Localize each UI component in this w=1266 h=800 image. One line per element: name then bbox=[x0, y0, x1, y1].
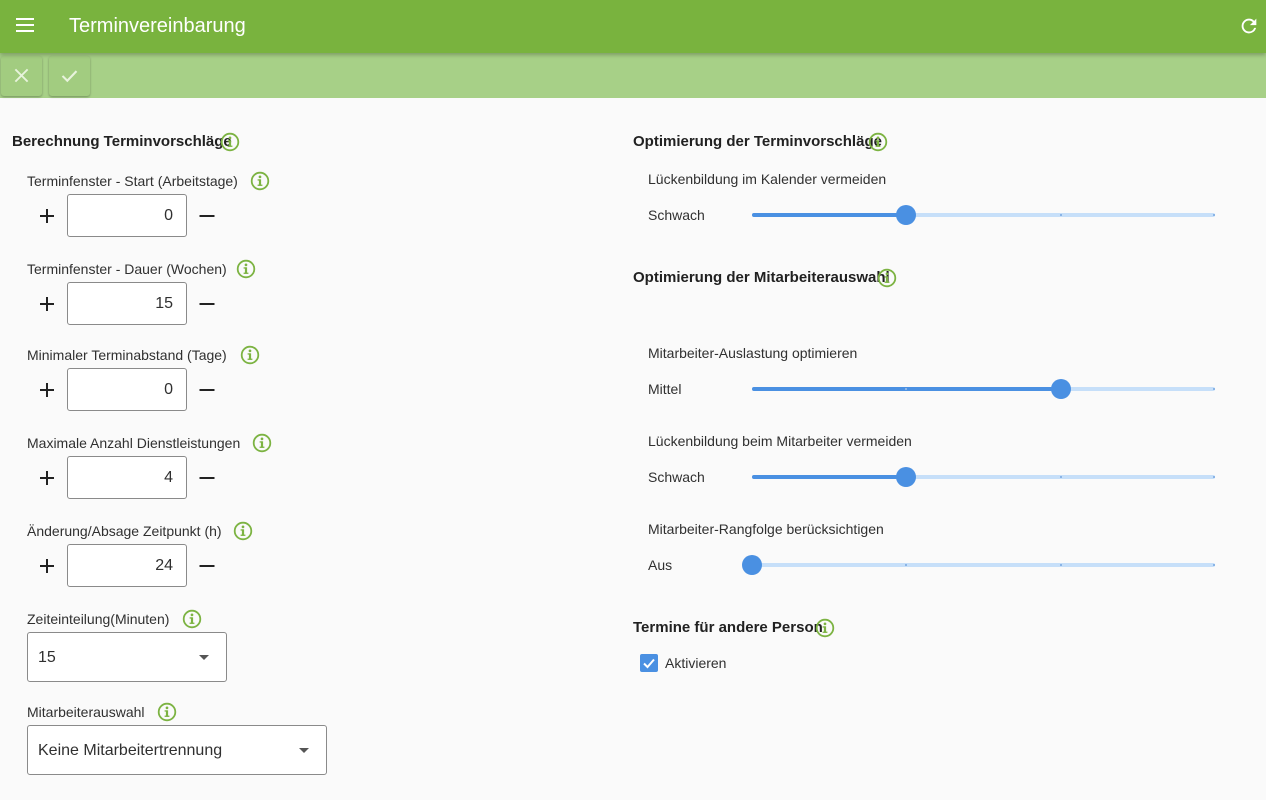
slider-thumb[interactable] bbox=[896, 467, 917, 487]
slider-level: Aus bbox=[648, 557, 673, 573]
slider-label: Mitarbeiter-Auslastung optimieren bbox=[648, 345, 858, 361]
slider-rail bbox=[752, 563, 1215, 567]
slider-tick bbox=[1059, 476, 1062, 478]
slider-thumb[interactable] bbox=[896, 205, 917, 225]
slider-tick bbox=[1213, 214, 1215, 216]
info-icon[interactable] bbox=[157, 702, 177, 722]
zeiteinteilung-select[interactable]: 15 bbox=[27, 632, 227, 682]
info-icon[interactable] bbox=[868, 132, 888, 152]
info-icon[interactable] bbox=[236, 259, 256, 279]
slider-tick bbox=[1059, 214, 1062, 216]
field-label-zeiteinteilung: Zeiteinteilung(Minuten) bbox=[27, 611, 170, 627]
info-icon[interactable] bbox=[250, 171, 270, 191]
slider-track bbox=[752, 475, 907, 479]
slider-kalender-luecken[interactable] bbox=[752, 203, 1215, 227]
slider-mitarbeiter-luecken[interactable] bbox=[752, 465, 1215, 489]
slider-tick bbox=[905, 564, 908, 566]
slider-auslastung[interactable] bbox=[752, 377, 1215, 401]
slider-tick bbox=[1213, 564, 1215, 566]
confirm-button[interactable] bbox=[49, 56, 90, 96]
info-icon[interactable] bbox=[815, 618, 835, 638]
slider-thumb[interactable] bbox=[742, 555, 762, 575]
dauer-input[interactable] bbox=[67, 282, 187, 325]
close-icon bbox=[14, 68, 29, 83]
slider-track bbox=[752, 213, 907, 217]
select-value: Keine Mitarbeitertrennung bbox=[38, 742, 223, 759]
app-title: Terminvereinbarung bbox=[69, 15, 246, 37]
check-icon bbox=[643, 658, 655, 669]
action-toolbar bbox=[0, 53, 1266, 98]
decrement-button[interactable] bbox=[195, 554, 219, 578]
decrement-button[interactable] bbox=[195, 292, 219, 316]
slider-label: Lückenbildung im Kalender vermeiden bbox=[648, 171, 887, 187]
field-label-dienstleistungen: Maximale Anzahl Dienstleistungen bbox=[27, 435, 241, 451]
select-value: 15 bbox=[38, 649, 56, 666]
field-label-dauer: Terminfenster - Dauer (Wochen) bbox=[27, 261, 227, 277]
checkbox-label: Aktivieren bbox=[665, 655, 727, 671]
dropdown-arrow-icon bbox=[299, 748, 309, 753]
refresh-icon[interactable] bbox=[1238, 15, 1260, 37]
decrement-button[interactable] bbox=[195, 378, 219, 402]
info-icon[interactable] bbox=[182, 609, 202, 629]
info-icon[interactable] bbox=[240, 345, 260, 365]
slider-level: Schwach bbox=[648, 469, 705, 485]
slider-level: Mittel bbox=[648, 381, 682, 397]
info-icon[interactable] bbox=[252, 433, 272, 453]
section-title-opt-mitarbeiter: Optimierung der Mitarbeiterauswahl bbox=[633, 269, 890, 286]
info-icon[interactable] bbox=[220, 132, 240, 152]
section-title-opt-termin: Optimierung der Terminvorschläge bbox=[633, 133, 882, 150]
app-bar: Terminvereinbarung bbox=[0, 0, 1266, 53]
increment-button[interactable] bbox=[35, 204, 59, 228]
info-icon[interactable] bbox=[877, 268, 897, 288]
increment-button[interactable] bbox=[35, 466, 59, 490]
start-input[interactable] bbox=[67, 194, 187, 237]
slider-rangfolge[interactable] bbox=[742, 553, 1215, 577]
info-icon[interactable] bbox=[233, 521, 253, 541]
slider-tick bbox=[1213, 476, 1215, 478]
dienstleistungen-input[interactable] bbox=[67, 456, 187, 499]
decrement-button[interactable] bbox=[195, 466, 219, 490]
cancel-button[interactable] bbox=[1, 56, 42, 96]
aktivieren-checkbox[interactable] bbox=[640, 654, 658, 672]
slider-thumb[interactable] bbox=[1050, 379, 1071, 399]
slider-label: Mitarbeiter-Rangfolge berücksichtigen bbox=[648, 521, 884, 537]
increment-button[interactable] bbox=[35, 292, 59, 316]
slider-label: Lückenbildung beim Mitarbeiter vermeiden bbox=[648, 433, 912, 449]
increment-button[interactable] bbox=[35, 554, 59, 578]
menu-icon[interactable] bbox=[16, 17, 35, 33]
field-label-mitarbeiterauswahl: Mitarbeiterauswahl bbox=[27, 704, 145, 720]
field-label-abstand: Minimaler Terminabstand (Tage) bbox=[27, 347, 227, 363]
increment-button[interactable] bbox=[35, 378, 59, 402]
decrement-button[interactable] bbox=[195, 204, 219, 228]
section-title-berechnung: Berechnung Terminvorschläge bbox=[12, 133, 232, 150]
slider-tick bbox=[905, 388, 908, 390]
dropdown-arrow-icon bbox=[199, 655, 209, 660]
field-label-start: Terminfenster - Start (Arbeitstage) bbox=[27, 173, 238, 189]
absage-input[interactable] bbox=[67, 544, 187, 587]
slider-tick bbox=[1213, 388, 1215, 390]
slider-tick bbox=[1059, 564, 1062, 566]
field-label-absage: Änderung/Absage Zeitpunkt (h) bbox=[27, 523, 222, 539]
mitarbeiterauswahl-select[interactable]: Keine Mitarbeitertrennung bbox=[27, 725, 327, 775]
section-title-andere-person: Termine für andere Person bbox=[633, 619, 823, 636]
abstand-input[interactable] bbox=[67, 368, 187, 411]
slider-level: Schwach bbox=[648, 207, 705, 223]
check-icon bbox=[61, 70, 78, 83]
